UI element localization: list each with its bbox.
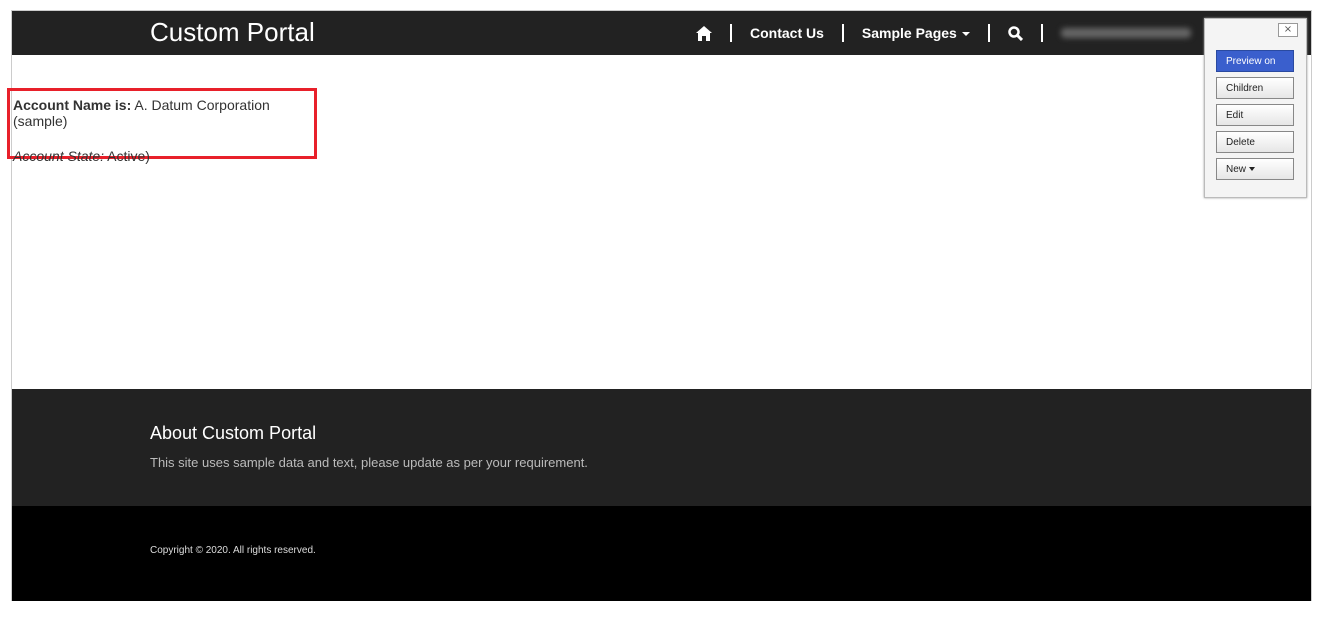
search-icon[interactable]	[1008, 25, 1023, 41]
account-state: Account State: Active)	[13, 148, 150, 164]
editing-panel: × Preview on Children Edit Delete New	[1204, 18, 1307, 198]
user-menu[interactable]	[1060, 28, 1191, 38]
preview-button[interactable]: Preview on	[1216, 50, 1294, 72]
children-button[interactable]: Children	[1216, 77, 1294, 99]
nav-contact-us[interactable]: Contact Us	[750, 25, 824, 41]
account-name: Account Name is: A. Datum Corporation (s…	[13, 97, 270, 129]
main-content: Account Name is: A. Datum Corporation (s…	[7, 55, 1311, 389]
divider	[987, 24, 990, 42]
copyright: Copyright © 2020. All rights reserved.	[150, 545, 316, 556]
nav-sample-pages-label: Sample Pages	[861, 25, 957, 41]
divider	[1040, 24, 1043, 42]
copyright-bar: Copyright © 2020. All rights reserved.	[12, 506, 1311, 601]
divider	[841, 24, 844, 42]
highlighted-account-info: Account Name is: A. Datum Corporation (s…	[7, 88, 317, 164]
new-button[interactable]: New	[1216, 158, 1294, 180]
divider	[730, 24, 732, 42]
footer: About Custom Portal This site uses sampl…	[12, 389, 1311, 506]
home-icon[interactable]	[696, 25, 712, 41]
header: Custom Portal Contact Us Sample Pages	[12, 11, 1311, 55]
delete-button[interactable]: Delete	[1216, 131, 1294, 153]
edit-button[interactable]: Edit	[1216, 104, 1294, 126]
page: Custom Portal Contact Us Sample Pages Ac…	[7, 10, 1312, 601]
brand-title[interactable]: Custom Portal	[150, 17, 315, 48]
close-button[interactable]: ×	[1278, 23, 1298, 37]
nav-sample-pages[interactable]: Sample Pages	[862, 25, 970, 41]
caret-down-icon	[1249, 166, 1256, 171]
footer-text: This site uses sample data and text, ple…	[150, 455, 588, 470]
caret-down-icon	[961, 32, 970, 37]
nav-bar: Contact Us Sample Pages	[696, 11, 1191, 55]
footer-title: About Custom Portal	[150, 423, 317, 443]
